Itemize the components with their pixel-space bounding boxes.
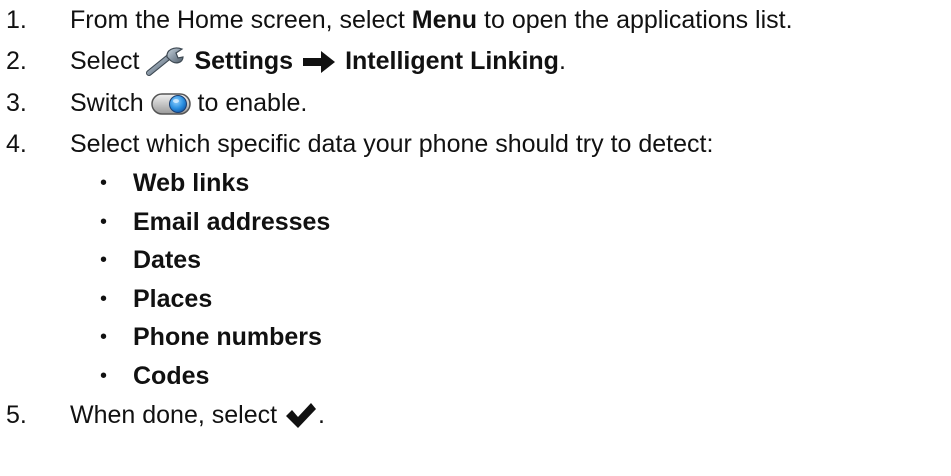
step-body: Select which specific data your phone sh…	[70, 125, 713, 163]
bullet: •	[100, 249, 108, 272]
step-text: to open the applications list.	[477, 6, 793, 34]
step-number: 1.	[6, 6, 27, 34]
data-type-label: Phone numbers	[133, 323, 322, 352]
data-type-label: Dates	[133, 246, 202, 275]
step-text: Select which specific data your phone sh…	[70, 130, 714, 158]
data-type-label: Email addresses	[133, 207, 331, 236]
right-arrow-icon	[301, 48, 337, 74]
step-body: From the Home screen, select Menu to ope…	[70, 1, 793, 39]
step-3: 3. Switch to enable.	[0, 82, 951, 124]
step-body: When done, select .	[70, 396, 325, 434]
data-type-label: Places	[133, 284, 213, 313]
step-body: Select Settings Intelligent Linking .	[70, 42, 566, 80]
intelligent-linking-label: Intelligent Linking	[345, 47, 559, 75]
step-text: .	[318, 401, 325, 429]
list-item: • Places	[0, 280, 951, 319]
step-4: 4. Select which specific data your phone…	[0, 124, 951, 164]
step-number: 4.	[6, 130, 27, 158]
step-number: 5.	[6, 401, 27, 429]
bullet: •	[100, 210, 108, 233]
bullet: •	[100, 364, 108, 387]
step-2: 2. Select Settings Intelligent Linking .	[0, 40, 951, 82]
step-text: .	[558, 47, 566, 75]
bullet: •	[100, 172, 108, 195]
list-item: • Email addresses	[0, 203, 951, 242]
list-item: • Phone numbers	[0, 318, 951, 357]
step-text: When done, select	[70, 401, 285, 429]
list-item: • Dates	[0, 241, 951, 280]
step-number: 2.	[6, 47, 27, 75]
step-number: 3.	[6, 89, 27, 117]
step-5: 5. When done, select .	[0, 395, 951, 435]
step-1: 1. From the Home screen, select Menu to …	[0, 0, 951, 40]
settings-label: Settings	[194, 47, 294, 75]
data-type-label: Web links	[133, 169, 250, 198]
data-type-label: Codes	[133, 361, 210, 390]
wrench-icon	[146, 46, 186, 76]
step-text: From the Home screen, select	[70, 6, 412, 34]
step-text: Switch	[70, 89, 151, 117]
instructions-document: 1. From the Home screen, select Menu to …	[0, 0, 951, 435]
step-text: to enable.	[190, 89, 308, 117]
list-item: • Codes	[0, 357, 951, 396]
step-text: Select	[70, 47, 147, 75]
menu-label: Menu	[411, 6, 478, 34]
step-body: Switch to enable.	[70, 84, 307, 122]
bullet: •	[100, 287, 108, 310]
list-item: • Web links	[0, 164, 951, 203]
toggle-switch-icon	[150, 90, 191, 116]
checkmark-icon	[284, 401, 318, 429]
bullet: •	[100, 326, 108, 349]
